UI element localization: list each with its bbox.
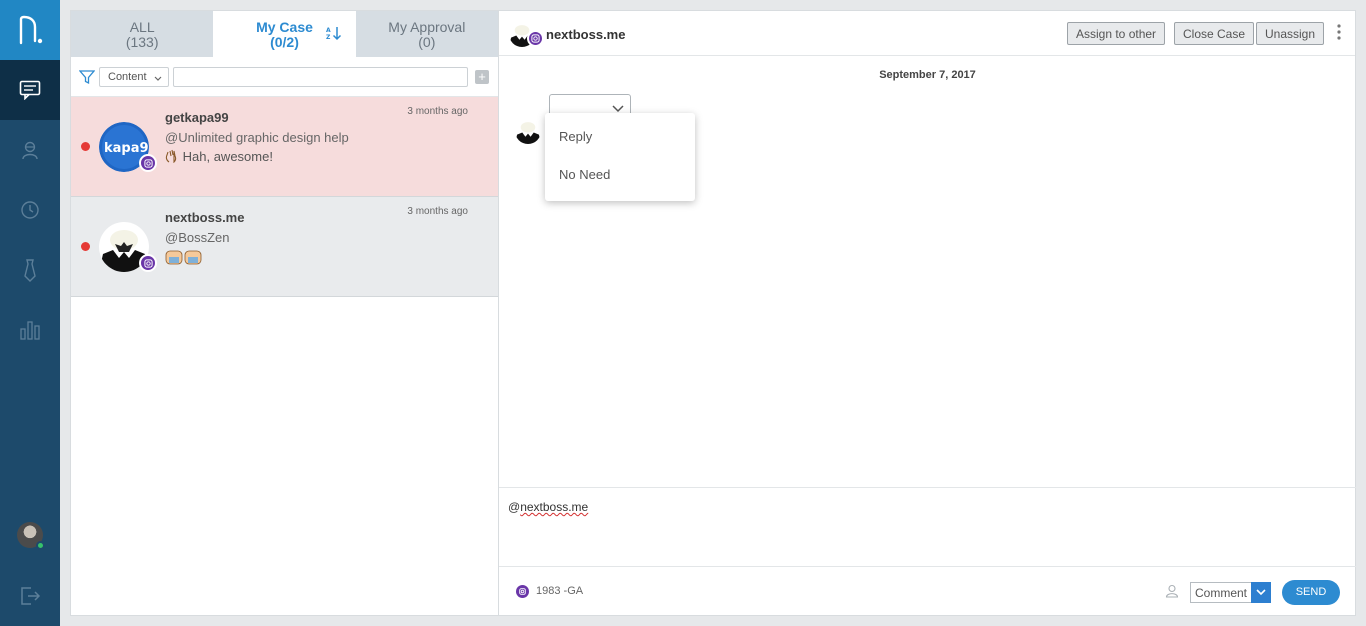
instagram-icon bbox=[527, 30, 544, 47]
case-message: Hah, awesome! bbox=[165, 149, 273, 164]
logout-button[interactable] bbox=[0, 566, 60, 626]
tab-all[interactable]: ALL (133) bbox=[71, 11, 214, 57]
close-case-button[interactable]: Close Case bbox=[1174, 22, 1255, 45]
composer-mention: nextboss.me bbox=[520, 500, 589, 514]
account-name: 1983 -GA bbox=[536, 585, 584, 597]
case-tabs: ALL (133) My Case (0/2) A Z My Approval … bbox=[71, 11, 498, 57]
raised-hands-emoji-icon bbox=[165, 250, 203, 268]
case-item[interactable]: nextboss.me @BossZen 3 months ago bbox=[71, 197, 498, 297]
conversations-icon bbox=[19, 80, 41, 100]
instagram-icon bbox=[139, 154, 157, 172]
tab-my-approval[interactable]: My Approval (0) bbox=[355, 11, 498, 57]
online-status-indicator bbox=[36, 541, 45, 550]
dropdown-option-reply[interactable]: Reply bbox=[559, 129, 592, 144]
add-filter-button[interactable]: + bbox=[475, 70, 489, 84]
person-icon[interactable] bbox=[1165, 584, 1179, 603]
waving-hand-emoji-icon bbox=[165, 149, 183, 164]
chevron-down-icon bbox=[1251, 582, 1271, 603]
unread-indicator bbox=[81, 242, 90, 251]
conversation-panel: nextboss.me Assign to other Close Case U… bbox=[499, 10, 1356, 616]
case-time: 3 months ago bbox=[407, 106, 468, 117]
nav-reports[interactable] bbox=[0, 300, 60, 360]
case-item[interactable]: kapa99 getkapa99 @Unlimited graphic desi… bbox=[71, 97, 498, 197]
svg-text:Z: Z bbox=[326, 34, 331, 41]
case-message bbox=[165, 249, 203, 268]
more-options-icon[interactable] bbox=[1337, 24, 1341, 45]
date-separator: September 7, 2017 bbox=[879, 69, 976, 81]
tab-label: My Approval bbox=[388, 19, 466, 35]
case-handle: @BossZen bbox=[165, 230, 230, 245]
nav-rail bbox=[0, 0, 60, 626]
composer-text[interactable]: @nextboss.me bbox=[508, 500, 588, 514]
case-message-text: Hah, awesome! bbox=[182, 149, 273, 164]
logo-icon bbox=[19, 15, 43, 45]
reports-icon bbox=[20, 321, 40, 340]
avatar bbox=[515, 118, 541, 144]
tab-my-case[interactable]: My Case (0/2) A Z bbox=[213, 11, 356, 57]
reply-type-label: Comment bbox=[1195, 586, 1248, 600]
search-input[interactable] bbox=[173, 67, 468, 87]
dropdown-option-no-need[interactable]: No Need bbox=[559, 167, 610, 182]
conversation-header: nextboss.me Assign to other Close Case U… bbox=[499, 11, 1355, 56]
filter-bar: Content + bbox=[71, 57, 498, 97]
tab-count: (0) bbox=[418, 34, 436, 50]
kapa-logo-text: kapa99 bbox=[104, 141, 149, 156]
nav-contacts[interactable] bbox=[0, 120, 60, 180]
case-list-panel: ALL (133) My Case (0/2) A Z My Approval … bbox=[70, 10, 499, 616]
filter-icon[interactable] bbox=[78, 69, 96, 90]
assign-to-other-button[interactable]: Assign to other bbox=[1067, 22, 1166, 45]
app-logo[interactable] bbox=[0, 0, 60, 60]
nav-history[interactable] bbox=[0, 180, 60, 240]
case-name: getkapa99 bbox=[165, 110, 229, 125]
svg-text:A: A bbox=[326, 27, 331, 34]
tie-icon bbox=[24, 259, 36, 282]
case-time: 3 months ago bbox=[407, 206, 468, 217]
reply-type-select[interactable]: Comment bbox=[1190, 582, 1271, 603]
unread-indicator bbox=[81, 142, 90, 151]
nav-conversations[interactable] bbox=[0, 60, 60, 120]
tab-count: (133) bbox=[125, 34, 159, 50]
message-composer[interactable]: @nextboss.me bbox=[499, 487, 1356, 567]
composer-footer: 1983 -GA Comment SEND bbox=[499, 568, 1356, 617]
instagram-icon bbox=[139, 254, 157, 272]
reply-action-dropdown: Reply No Need bbox=[545, 113, 695, 201]
history-icon bbox=[21, 201, 39, 219]
conversation-title: nextboss.me bbox=[546, 27, 626, 42]
tab-label: ALL bbox=[129, 19, 155, 35]
contacts-icon bbox=[22, 141, 38, 160]
instagram-icon bbox=[516, 585, 529, 598]
user-avatar[interactable] bbox=[17, 522, 45, 550]
content-filter-select[interactable]: Content bbox=[99, 67, 169, 87]
nav-tasks[interactable] bbox=[0, 240, 60, 300]
sort-icon[interactable]: A Z bbox=[326, 25, 342, 44]
case-name: nextboss.me bbox=[165, 210, 245, 225]
composer-prefix: @ bbox=[508, 500, 521, 514]
unassign-button[interactable]: Unassign bbox=[1256, 22, 1325, 45]
send-button[interactable]: SEND bbox=[1282, 580, 1340, 605]
content-filter-label: Content bbox=[108, 71, 147, 83]
logout-icon bbox=[21, 587, 41, 605]
case-handle: @Unlimited graphic design help bbox=[165, 130, 349, 145]
chevron-down-icon bbox=[154, 73, 162, 85]
